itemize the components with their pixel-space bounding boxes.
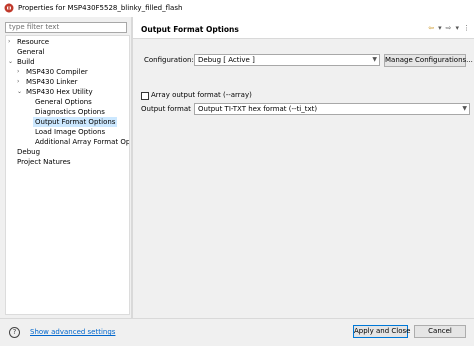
- output-format-select[interactable]: Output TI-TXT hex format (--ti_txt) ▼: [194, 103, 470, 115]
- tree-item-label: MSP430 Compiler: [26, 68, 88, 76]
- tree-item-build[interactable]: ⌄ Build: [8, 57, 35, 67]
- tree-item-general-options[interactable]: General Options: [35, 97, 92, 107]
- tree-item-label: Additional Array Format Option: [35, 138, 130, 146]
- configuration-select[interactable]: Debug [ Active ] ▼: [194, 54, 380, 66]
- app-icon: [4, 3, 14, 13]
- output-format-label: Output format: [141, 105, 191, 113]
- sidebar: type filter text › Resource General ⌄ Bu…: [0, 17, 131, 318]
- chevron-down-icon[interactable]: ⌄: [17, 87, 25, 97]
- tree-item-label: MSP430 Linker: [26, 78, 78, 86]
- manage-configurations-button[interactable]: Manage Configurations...: [384, 54, 473, 67]
- output-format-value: Output TI-TXT hex format (--ti_txt): [198, 105, 318, 113]
- tree-item-msp430-linker[interactable]: › MSP430 Linker: [17, 77, 78, 87]
- tree-item-label: General Options: [35, 98, 92, 106]
- chevron-down-icon[interactable]: ▾: [455, 24, 459, 33]
- content-header: Output Format Options ⇦ ▾ ⇨ ▾ ⋮: [133, 17, 474, 39]
- tree-item-label: Resource: [17, 38, 50, 46]
- tree-item-general[interactable]: General: [17, 47, 45, 57]
- chevron-right-icon[interactable]: ›: [8, 37, 16, 47]
- configuration-value: Debug [ Active ]: [198, 56, 255, 64]
- dropdown-arrow-icon: ▼: [372, 56, 377, 63]
- tree-item-label: Output Format Options: [35, 118, 116, 126]
- tree-item-msp430-hex-utility[interactable]: ⌄ MSP430 Hex Utility: [17, 87, 93, 97]
- chevron-down-icon[interactable]: ⌄: [8, 57, 16, 67]
- page-title: Output Format Options: [141, 25, 239, 34]
- chevron-down-icon[interactable]: ▾: [438, 24, 442, 33]
- tree-item-label: Project Natures: [17, 158, 71, 166]
- chevron-right-icon[interactable]: ›: [17, 67, 25, 77]
- tree-item-diagnostics-options[interactable]: Diagnostics Options: [35, 107, 105, 117]
- show-advanced-settings-link[interactable]: Show advanced settings: [30, 328, 115, 336]
- dropdown-arrow-icon: ▼: [462, 105, 467, 112]
- nav-icons: ⇦ ▾ ⇨ ▾ ⋮: [428, 24, 470, 33]
- footer: ? Show advanced settings Apply and Close…: [0, 318, 474, 346]
- tree-item-label: Build: [17, 58, 35, 66]
- array-output-checkbox[interactable]: [141, 92, 149, 100]
- back-arrow-icon[interactable]: ⇦: [428, 24, 434, 33]
- tree-item-label: Diagnostics Options: [35, 108, 105, 116]
- property-tree: › Resource General ⌄ Build › MSP430 Comp…: [5, 35, 130, 315]
- chevron-right-icon[interactable]: ›: [17, 77, 25, 87]
- title-bar: Properties for MSP430F5528_blinky_filled…: [0, 0, 474, 17]
- view-menu-icon[interactable]: ⋮: [463, 24, 470, 33]
- help-icon[interactable]: ?: [9, 327, 20, 338]
- configuration-label: Configuration:: [144, 56, 194, 64]
- tree-item-label: Load Image Options: [35, 128, 106, 136]
- filter-input[interactable]: type filter text: [5, 22, 127, 33]
- tree-item-resource[interactable]: › Resource: [8, 37, 50, 47]
- forward-arrow-icon[interactable]: ⇨: [446, 24, 452, 33]
- tree-item-label: Debug: [17, 148, 41, 156]
- tree-item-project-natures[interactable]: Project Natures: [17, 157, 71, 167]
- cancel-button[interactable]: Cancel: [414, 325, 466, 338]
- content-panel: Output Format Options ⇦ ▾ ⇨ ▾ ⋮ Configur…: [133, 17, 474, 318]
- tree-item-output-format-options[interactable]: Output Format Options: [33, 117, 118, 127]
- tree-item-debug[interactable]: Debug: [17, 147, 40, 157]
- tree-item-label: MSP430 Hex Utility: [26, 88, 93, 96]
- apply-and-close-button[interactable]: Apply and Close: [353, 325, 410, 338]
- tree-item-load-image-options[interactable]: Load Image Options: [35, 127, 105, 137]
- array-output-label[interactable]: Array output format (--array): [151, 91, 252, 100]
- tree-item-msp430-compiler[interactable]: › MSP430 Compiler: [17, 67, 88, 77]
- tree-item-additional-array-format-options[interactable]: Additional Array Format Option: [35, 137, 130, 147]
- window-title: Properties for MSP430F5528_blinky_filled…: [18, 4, 183, 12]
- tree-item-label: General: [17, 48, 45, 56]
